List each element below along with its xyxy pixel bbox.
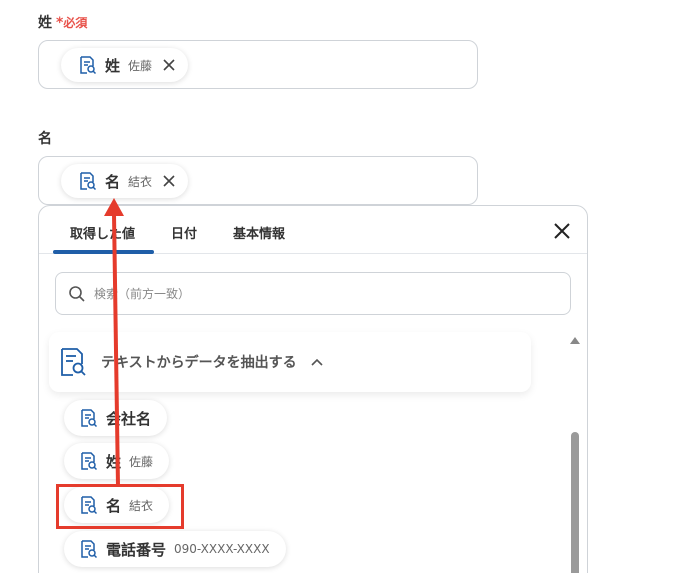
- search-placeholder: 検索（前方一致）: [94, 287, 191, 301]
- close-icon[interactable]: [551, 220, 573, 242]
- last-name-token[interactable]: 姓 佐藤: [61, 48, 189, 82]
- chevron-up-icon[interactable]: [311, 357, 323, 367]
- tab-basic-info[interactable]: 基本情報: [233, 223, 285, 242]
- remove-token-close-icon[interactable]: [160, 172, 178, 190]
- scroll-up-arrow-icon[interactable]: [570, 337, 580, 344]
- item-name: 姓: [106, 452, 122, 471]
- list-item-last-name[interactable]: 姓 佐藤: [64, 443, 170, 479]
- search-icon: [69, 285, 85, 302]
- item-value: 佐藤: [129, 454, 154, 469]
- document-search-icon: [81, 540, 98, 559]
- document-search-icon: [81, 409, 98, 428]
- first-name-token[interactable]: 名 結衣: [61, 164, 189, 198]
- active-tab-indicator: [53, 250, 154, 254]
- document-search-icon: [61, 348, 86, 376]
- first-name-label: 名: [38, 128, 52, 148]
- token-value: 佐藤: [128, 58, 153, 73]
- tab-retrieved-values[interactable]: 取得した値: [70, 223, 135, 242]
- document-search-icon: [81, 452, 98, 471]
- scrollbar-thumb[interactable]: [571, 432, 579, 573]
- item-value: 090-XXXX-XXXX: [174, 542, 270, 556]
- remove-token-close-icon[interactable]: [160, 56, 178, 74]
- list-item-phone-number[interactable]: 電話番号 090-XXXX-XXXX: [64, 531, 286, 567]
- first-name-label-text: 名: [38, 131, 52, 147]
- search-input[interactable]: 検索（前方一致）: [55, 272, 571, 315]
- document-search-icon: [80, 56, 97, 75]
- token-name: 名: [105, 172, 121, 191]
- required-text: 必須: [63, 16, 88, 30]
- section-title: テキストからデータを抽出する: [101, 355, 297, 371]
- annotation-highlight-box: [56, 484, 184, 529]
- list-item-company-name[interactable]: 会社名: [64, 400, 168, 436]
- last-name-label: 姓 *必須: [38, 12, 87, 32]
- picker-tabs: 取得した値 日付 基本情報: [39, 206, 587, 254]
- item-name: 会社名: [106, 409, 152, 428]
- section-extract-text[interactable]: テキストからデータを抽出する: [49, 332, 531, 392]
- token-value: 結衣: [128, 174, 153, 189]
- document-search-icon: [80, 172, 97, 191]
- tab-date[interactable]: 日付: [171, 223, 197, 242]
- last-name-label-text: 姓: [38, 15, 52, 31]
- token-name: 姓: [105, 56, 121, 75]
- first-name-field[interactable]: 名 結衣: [38, 156, 478, 205]
- last-name-field[interactable]: 姓 佐藤: [38, 40, 478, 89]
- item-name: 電話番号: [106, 540, 167, 559]
